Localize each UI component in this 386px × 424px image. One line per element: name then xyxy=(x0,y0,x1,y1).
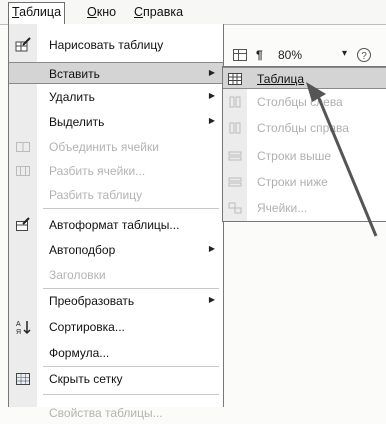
annotation-arrow-icon xyxy=(306,82,378,237)
